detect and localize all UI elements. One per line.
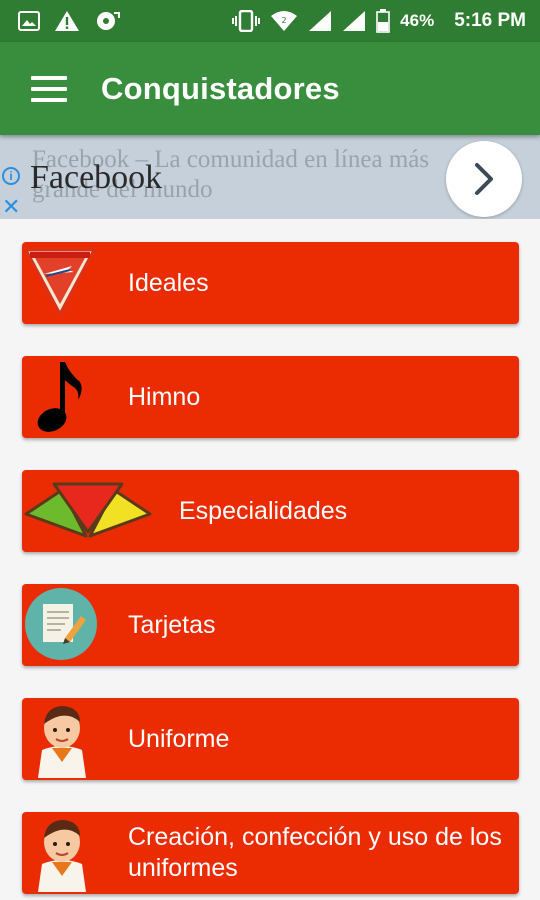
ad-info-icon[interactable]: i: [2, 167, 20, 185]
svg-text:2: 2: [282, 16, 287, 25]
specialty-triangles-icon: [24, 482, 152, 538]
signal-icon: [309, 11, 332, 31]
menu-item-label: Tarjetas: [128, 610, 216, 639]
sync-disk-icon: [97, 12, 120, 30]
menu-item-label: Uniforme: [128, 724, 230, 753]
ad-open-button[interactable]: [446, 141, 522, 217]
clock: 5:16 PM: [454, 10, 526, 31]
hamburger-menu-icon[interactable]: [31, 75, 67, 102]
signal-icon-2: [343, 11, 366, 31]
ad-close-icon[interactable]: ✕: [2, 196, 20, 218]
status-bar: 2 46% 5:16 PM: [0, 0, 540, 42]
menu-item-tarjetas[interactable]: Tarjetas: [22, 584, 519, 666]
pathfinder-boy-icon: [38, 820, 86, 892]
battery-icon: [376, 9, 390, 33]
menu-item-himno[interactable]: Himno: [22, 356, 519, 438]
menu-item-label: Ideales: [128, 268, 209, 297]
wifi-icon: 2: [271, 11, 298, 31]
ad-banner[interactable]: Facebook – La comunidad en línea más gra…: [0, 135, 540, 219]
page-title: Conquistadores: [101, 70, 340, 106]
gallery-icon: [18, 11, 40, 31]
music-note-icon: [37, 362, 82, 432]
battery-percent: 46%: [400, 11, 435, 30]
menu-item-label: Himno: [128, 382, 201, 411]
notepad-pencil-icon: [25, 588, 97, 660]
warning-icon: [55, 11, 79, 31]
menu-item-ideales[interactable]: Ideales: [22, 242, 519, 324]
menu-item-label: Creación, confección y uso de los unifor…: [128, 823, 502, 882]
pathfinder-boy-icon: [38, 706, 86, 778]
status-system: 2 46% 5:16 PM: [232, 9, 526, 33]
menu-list: Ideales Himno Especialidades Tarjetas Un…: [0, 219, 540, 900]
menu-item-uniforme[interactable]: Uniforme: [22, 698, 519, 780]
app-bar: Conquistadores: [0, 42, 540, 135]
vibrate-icon: [232, 10, 261, 32]
ad-title[interactable]: Facebook: [30, 159, 162, 197]
menu-item-label: Especialidades: [179, 496, 348, 525]
chevron-right-icon: [475, 163, 493, 195]
menu-item-creacion-uniformes[interactable]: Creación, confección y uso de los unifor…: [22, 812, 519, 894]
status-notifications: [18, 10, 120, 32]
menu-item-especialidades[interactable]: Especialidades: [22, 470, 519, 552]
pathfinder-emblem-icon: [24, 248, 96, 316]
